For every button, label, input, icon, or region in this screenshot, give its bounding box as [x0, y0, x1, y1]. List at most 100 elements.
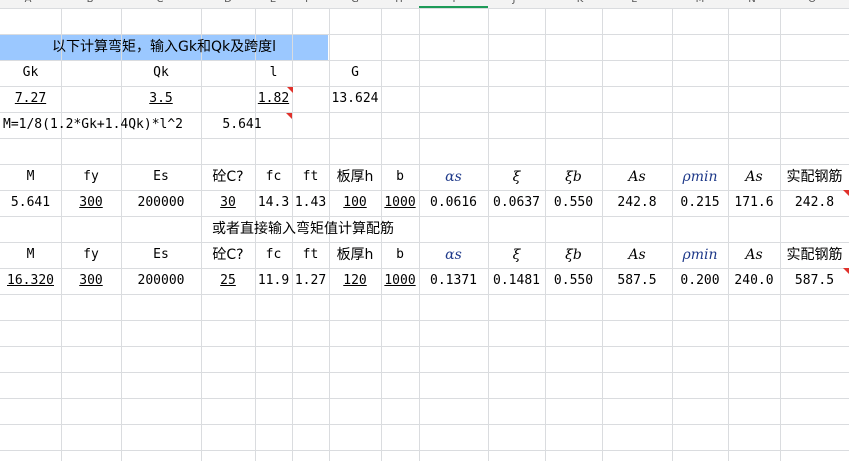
t2-header-as-min[interactable]: As — [728, 242, 780, 268]
comment-flag[interactable] — [287, 87, 293, 93]
t1-value-xi[interactable]: 0.0637 — [488, 190, 545, 216]
column-letter[interactable]: L — [624, 0, 644, 5]
t1-header-as-min[interactable]: As — [728, 164, 780, 190]
row-gridline — [0, 424, 849, 425]
banner-text[interactable]: 以下计算弯矩，输入Gk和Qk及跨度l — [0, 34, 328, 60]
t2-header-thickness[interactable]: 板厚h — [329, 242, 381, 268]
column-letter[interactable]: M — [690, 0, 710, 5]
t2-value-real-rebar[interactable]: 587.5 — [780, 268, 849, 294]
t2-header-es[interactable]: Es — [121, 242, 201, 268]
t2-header-xi[interactable]: ξ — [488, 242, 545, 268]
value-g[interactable]: 13.624 — [329, 86, 381, 112]
column-letter[interactable]: C — [150, 0, 170, 5]
column-letter[interactable]: A — [18, 0, 38, 5]
t2-header-fc[interactable]: fc — [255, 242, 292, 268]
t1-header-concrete[interactable]: 砼C? — [201, 164, 255, 190]
column-letter[interactable]: D — [218, 0, 238, 5]
t2-input-thickness[interactable]: 120 — [329, 268, 381, 294]
t1-header-b[interactable]: b — [381, 164, 419, 190]
t1-value-as-min[interactable]: 171.6 — [728, 190, 780, 216]
t1-header-es[interactable]: Es — [121, 164, 201, 190]
label-gk[interactable]: Gk — [0, 60, 61, 86]
row-gridline — [0, 8, 849, 9]
t1-header-xib[interactable]: ξb — [545, 164, 602, 190]
t1-header-thickness[interactable]: 板厚h — [329, 164, 381, 190]
column-gridline — [602, 8, 603, 461]
t1-input-b[interactable]: 1000 — [381, 190, 419, 216]
t2-value-fc[interactable]: 11.9 — [255, 268, 292, 294]
t1-value-xib[interactable]: 0.550 — [545, 190, 602, 216]
t1-value-as[interactable]: 242.8 — [602, 190, 672, 216]
comment-flag[interactable] — [286, 113, 292, 119]
column-letter[interactable]: N — [742, 0, 762, 5]
t1-header-m[interactable]: M — [0, 164, 61, 190]
t1-header-ft[interactable]: ft — [292, 164, 329, 190]
t2-header-ft[interactable]: ft — [292, 242, 329, 268]
t1-input-concrete[interactable]: 30 — [201, 190, 255, 216]
t2-value-ft[interactable]: 1.27 — [292, 268, 329, 294]
t2-input-m[interactable]: 16.320 — [0, 268, 61, 294]
column-letter[interactable]: J — [504, 0, 524, 5]
t2-value-rho[interactable]: 0.200 — [672, 268, 728, 294]
t1-header-xi[interactable]: ξ — [488, 164, 545, 190]
t1-header-alpha[interactable]: αs — [419, 164, 488, 190]
t2-header-concrete[interactable]: 砼C? — [201, 242, 255, 268]
t1-input-fy[interactable]: 300 — [61, 190, 121, 216]
t1-value-m[interactable]: 5.641 — [0, 190, 61, 216]
t1-header-real-rebar[interactable]: 实配钢筋 — [780, 164, 849, 190]
formula-text[interactable]: M=1/8(1.2*Gk+1.4Qk)*l^2 — [0, 112, 220, 138]
row-gridline — [0, 294, 849, 295]
t1-value-fc[interactable]: 14.3 — [255, 190, 292, 216]
t1-value-ft[interactable]: 1.43 — [292, 190, 329, 216]
label-g[interactable]: G — [329, 60, 381, 86]
t1-header-fy[interactable]: fy — [61, 164, 121, 190]
row-gridline — [0, 346, 849, 347]
t2-value-as[interactable]: 587.5 — [602, 268, 672, 294]
row-gridline — [0, 138, 849, 139]
column-letter[interactable]: I — [444, 0, 464, 5]
column-letter[interactable]: B — [80, 0, 100, 5]
t1-value-real-rebar[interactable]: 242.8 — [780, 190, 849, 216]
t2-value-es[interactable]: 200000 — [121, 268, 201, 294]
t1-value-rho[interactable]: 0.215 — [672, 190, 728, 216]
t2-input-b[interactable]: 1000 — [381, 268, 419, 294]
label-l[interactable]: l — [255, 60, 292, 86]
spreadsheet-grid[interactable]: A B C D E F G H I J K L M N O 以下计算弯矩，输入G… — [0, 0, 849, 461]
t2-value-xib[interactable]: 0.550 — [545, 268, 602, 294]
t1-header-as[interactable]: As — [602, 164, 672, 190]
t1-input-thickness[interactable]: 100 — [329, 190, 381, 216]
t2-header-xib[interactable]: ξb — [545, 242, 602, 268]
row-gridline — [0, 398, 849, 399]
column-letter[interactable]: E — [263, 0, 283, 5]
column-letter[interactable]: G — [345, 0, 365, 5]
t2-header-fy[interactable]: fy — [61, 242, 121, 268]
column-gridline — [545, 8, 546, 461]
column-letter[interactable]: H — [389, 0, 409, 5]
t2-input-concrete[interactable]: 25 — [201, 268, 255, 294]
t2-value-alpha[interactable]: 0.1371 — [419, 268, 488, 294]
t2-header-m[interactable]: M — [0, 242, 61, 268]
t2-header-alpha[interactable]: αs — [419, 242, 488, 268]
t1-value-es[interactable]: 200000 — [121, 190, 201, 216]
t2-input-fy[interactable]: 300 — [61, 268, 121, 294]
t1-header-rho[interactable]: ρmin — [672, 164, 728, 190]
row-gridline — [0, 320, 849, 321]
input-gk[interactable]: 7.27 — [0, 86, 61, 112]
column-gridline — [672, 8, 673, 461]
label-qk[interactable]: Qk — [121, 60, 201, 86]
t1-header-fc[interactable]: fc — [255, 164, 292, 190]
t2-header-b[interactable]: b — [381, 242, 419, 268]
column-letter[interactable]: O — [802, 0, 822, 5]
t2-header-real-rebar[interactable]: 实配钢筋 — [780, 242, 849, 268]
t1-value-alpha[interactable]: 0.0616 — [419, 190, 488, 216]
t2-header-as[interactable]: As — [602, 242, 672, 268]
column-letter[interactable]: F — [298, 0, 318, 5]
column-letter[interactable]: K — [570, 0, 590, 5]
t2-value-as-min[interactable]: 240.0 — [728, 268, 780, 294]
formula-result[interactable]: 5.641 — [215, 112, 269, 138]
t2-header-rho[interactable]: ρmin — [672, 242, 728, 268]
column-gridline — [728, 8, 729, 461]
section-subtitle[interactable]: 或者直接输入弯矩值计算配筋 — [61, 216, 545, 242]
t2-value-xi[interactable]: 0.1481 — [488, 268, 545, 294]
input-qk[interactable]: 3.5 — [121, 86, 201, 112]
